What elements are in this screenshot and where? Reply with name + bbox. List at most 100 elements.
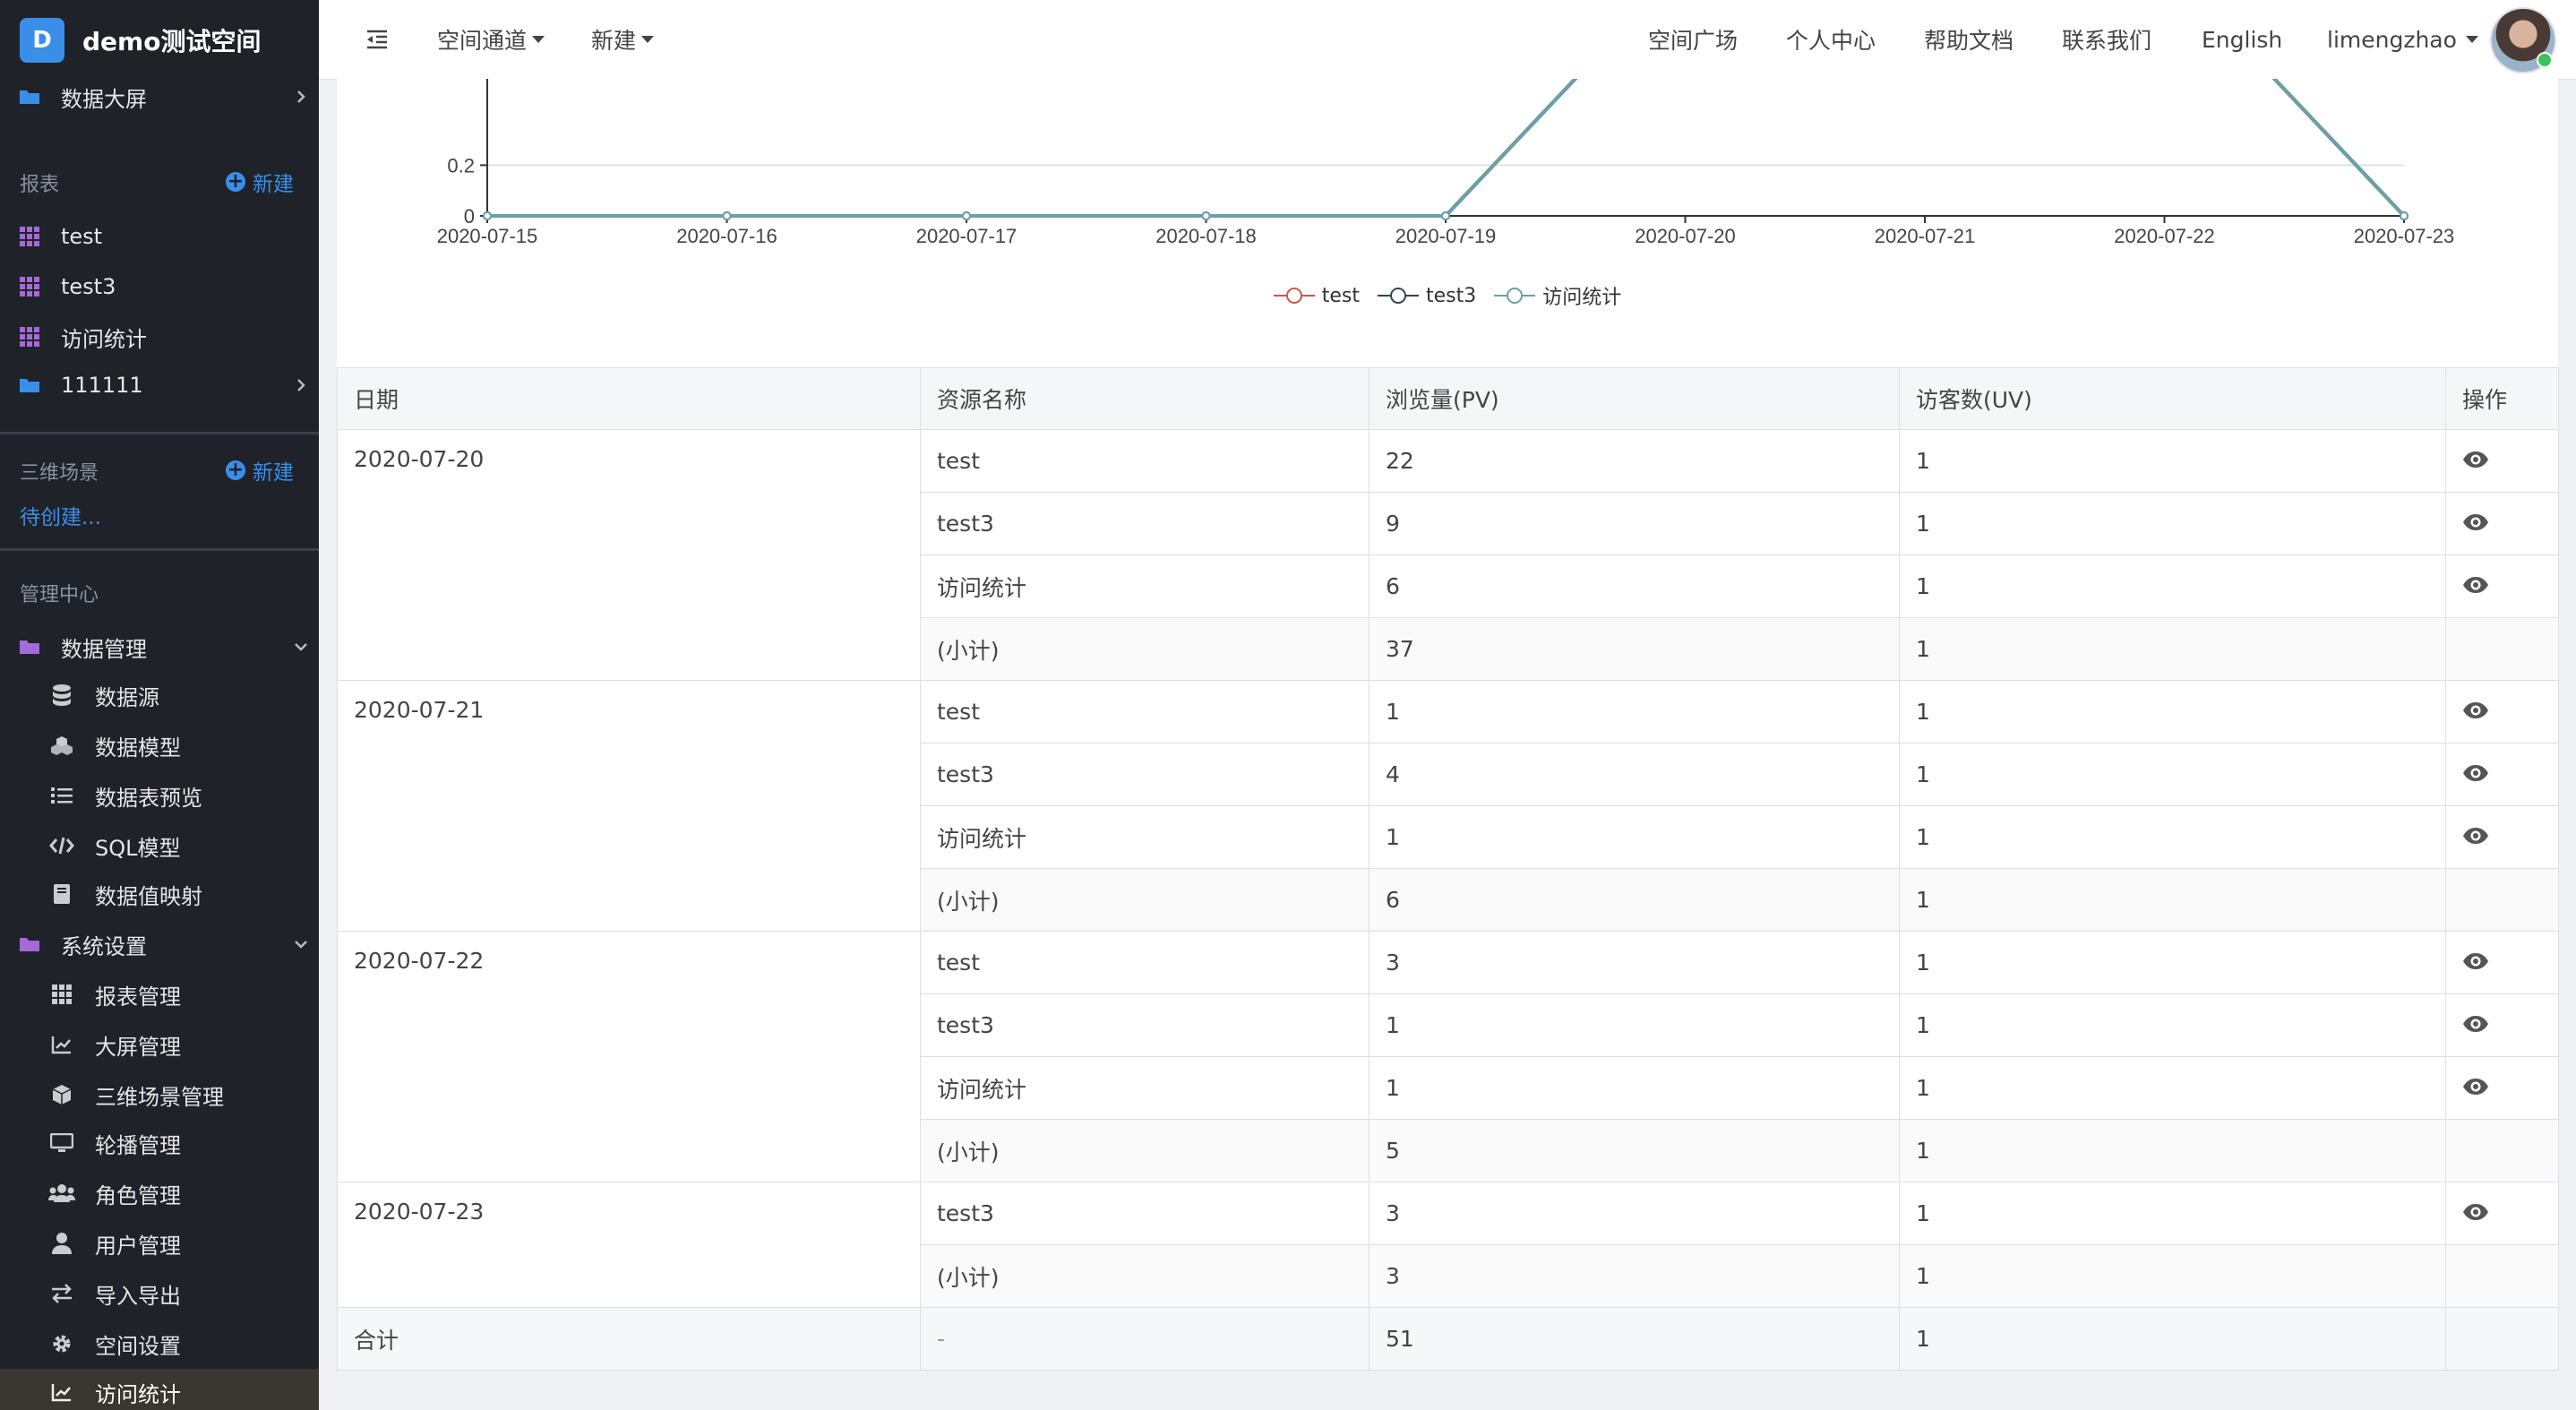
sidebar-item-visit-stats-active[interactable]: 访问统计 xyxy=(0,1369,319,1410)
eye-icon xyxy=(2463,953,2488,969)
uv-cell: 1 xyxy=(1899,492,2446,555)
plus-icon: + xyxy=(226,170,245,193)
uv-cell: 1 xyxy=(1899,429,2446,493)
resource-name-cell: (小计) xyxy=(920,868,1370,932)
view-button[interactable] xyxy=(2462,1078,2489,1096)
sidebar-item-label: 数据模型 xyxy=(95,735,181,761)
sidebar-item-data-model[interactable]: 数据模型 xyxy=(0,722,319,769)
scene-pending-link[interactable]: 待创建... xyxy=(20,500,101,530)
pv-cell: 3 xyxy=(1369,1182,1900,1245)
view-button[interactable] xyxy=(2462,1203,2489,1221)
divider xyxy=(0,548,319,551)
grid-icon xyxy=(16,223,43,250)
actions-cell xyxy=(2445,492,2559,555)
plus-icon: + xyxy=(226,459,245,481)
sidebar-item-system-settings[interactable]: 系统设置 xyxy=(0,921,319,967)
sidebar-toggle-button[interactable] xyxy=(365,0,389,79)
sidebar-item-role-management[interactable]: 角色管理 xyxy=(0,1170,319,1217)
sidebar-item-report-test[interactable]: test xyxy=(0,213,319,260)
brand-logo: D xyxy=(20,18,64,63)
sidebar-item-datasource[interactable]: 数据源 xyxy=(0,672,319,718)
link-space-square[interactable]: 空间广场 xyxy=(1648,0,1738,79)
x-tick-label: 2020-07-18 xyxy=(1155,225,1257,247)
sidebar-item-screen-management[interactable]: 大屏管理 xyxy=(0,1021,319,1068)
sidebar-item-label: 访问统计 xyxy=(61,326,147,352)
legend-label: 访问统计 xyxy=(1542,287,1622,309)
folder-icon xyxy=(16,83,43,110)
sidebar-item-label: 轮播管理 xyxy=(95,1132,181,1158)
uv-cell: 1 xyxy=(1899,1056,2446,1120)
chevron-down-icon xyxy=(295,941,307,949)
desktop-icon xyxy=(48,1130,75,1156)
table-row: 2020-07-20 test 22 1 xyxy=(337,429,2559,681)
y-tick-label: 0.2 xyxy=(447,154,475,176)
sidebar-item-user-management[interactable]: 用户管理 xyxy=(0,1220,319,1267)
sidebar-item-import-export[interactable]: 导入导出 xyxy=(0,1270,319,1317)
total-label-cell: 合计 xyxy=(337,1307,921,1371)
series-point-2 xyxy=(962,211,971,220)
actions-cell xyxy=(2445,931,2559,994)
link-personal-center[interactable]: 个人中心 xyxy=(1786,0,1876,79)
view-button[interactable] xyxy=(2462,701,2489,719)
view-button[interactable] xyxy=(2462,764,2489,782)
col-header-date: 日期 xyxy=(337,367,921,430)
eye-icon xyxy=(2463,514,2488,530)
view-button[interactable] xyxy=(2462,513,2489,531)
link-help-docs[interactable]: 帮助文档 xyxy=(1924,0,2014,79)
sidebar-item-sql-model[interactable]: SQL模型 xyxy=(0,822,319,869)
legend-marker xyxy=(1377,287,1419,305)
new-menu-label: 新建 xyxy=(591,28,637,54)
uv-cell: 1 xyxy=(1899,993,2446,1057)
x-tick-label: 2020-07-22 xyxy=(2114,225,2215,247)
space-channel-menu[interactable]: 空间通道 xyxy=(437,0,545,79)
view-button[interactable] xyxy=(2462,827,2489,845)
link-contact-us[interactable]: 联系我们 xyxy=(2062,0,2151,79)
view-button[interactable] xyxy=(2462,451,2489,469)
sidebar-item-table-preview[interactable]: 数据表预览 xyxy=(0,772,319,819)
legend-marker xyxy=(1273,287,1315,305)
legend-item-test[interactable]: test xyxy=(1273,281,1360,310)
sidebar-item-data-screen[interactable]: 数据大屏 xyxy=(0,73,319,120)
resource-name-cell: (小计) xyxy=(920,1244,1370,1308)
admin-section-header: 管理中心 xyxy=(20,584,99,606)
sidebar-item-space-settings[interactable]: 空间设置 xyxy=(0,1320,319,1367)
sidebar-item-data-management[interactable]: 数据管理 xyxy=(0,623,319,670)
actions-cell xyxy=(2445,680,2559,744)
user-menu[interactable]: limengzhao xyxy=(2327,0,2478,79)
book-icon xyxy=(48,881,75,907)
chevron-right-icon xyxy=(297,90,305,103)
new-menu[interactable]: 新建 xyxy=(591,0,655,79)
sidebar-item-value-mapping[interactable]: 数据值映射 xyxy=(0,871,319,917)
pv-cell: 6 xyxy=(1369,555,1900,618)
sidebar-item-label: 数据表预览 xyxy=(95,785,202,811)
brand[interactable]: D demo测试空间 xyxy=(20,18,261,63)
sidebar-item-label: 导入导出 xyxy=(95,1283,181,1309)
sidebar-item-folder-111111[interactable]: 111111 xyxy=(0,362,319,408)
new-report-button[interactable]: + 新建 xyxy=(226,167,294,197)
table-row: 2020-07-21 test 1 1 xyxy=(337,680,2559,932)
series-point-2 xyxy=(722,211,732,220)
table-row: 2020-07-22 test 3 1 xyxy=(337,931,2559,1182)
total-pv-cell: 51 xyxy=(1369,1307,1900,1371)
sidebar-item-report-test3[interactable]: test3 xyxy=(0,263,319,310)
legend-marker xyxy=(1494,287,1536,305)
gear-icon xyxy=(48,1330,75,1357)
view-button[interactable] xyxy=(2462,576,2489,594)
table-body: 2020-07-20 test 22 1 test3 9 1 访问统计 6 1 (小计) 37 1 202… xyxy=(337,429,2559,1371)
sidebar-item-label: 三维场景管理 xyxy=(95,1084,224,1110)
sidebar-item-report-visit-stats[interactable]: 访问统计 xyxy=(0,314,319,360)
view-button[interactable] xyxy=(2462,1015,2489,1033)
grid-icon xyxy=(16,323,43,350)
sidebar-item-report-management[interactable]: 报表管理 xyxy=(0,971,319,1018)
legend-item-visit-stats[interactable]: 访问统计 xyxy=(1494,281,1621,310)
new-report-label: 新建 xyxy=(253,173,294,196)
sidebar-item-scene-management[interactable]: 三维场景管理 xyxy=(0,1071,319,1118)
link-english[interactable]: English xyxy=(2202,0,2282,79)
eye-icon xyxy=(2463,828,2488,844)
view-button[interactable] xyxy=(2462,952,2489,970)
sidebar-item-carousel-management[interactable]: 轮播管理 xyxy=(0,1120,319,1166)
new-scene-button[interactable]: + 新建 xyxy=(226,455,294,486)
resource-name-cell: 访问统计 xyxy=(920,555,1370,618)
legend-item-test3[interactable]: test3 xyxy=(1377,281,1476,310)
visit-line-chart: 00.22020-07-15 2020-07-16 2020-07-17 2020-0… xyxy=(437,79,2454,247)
